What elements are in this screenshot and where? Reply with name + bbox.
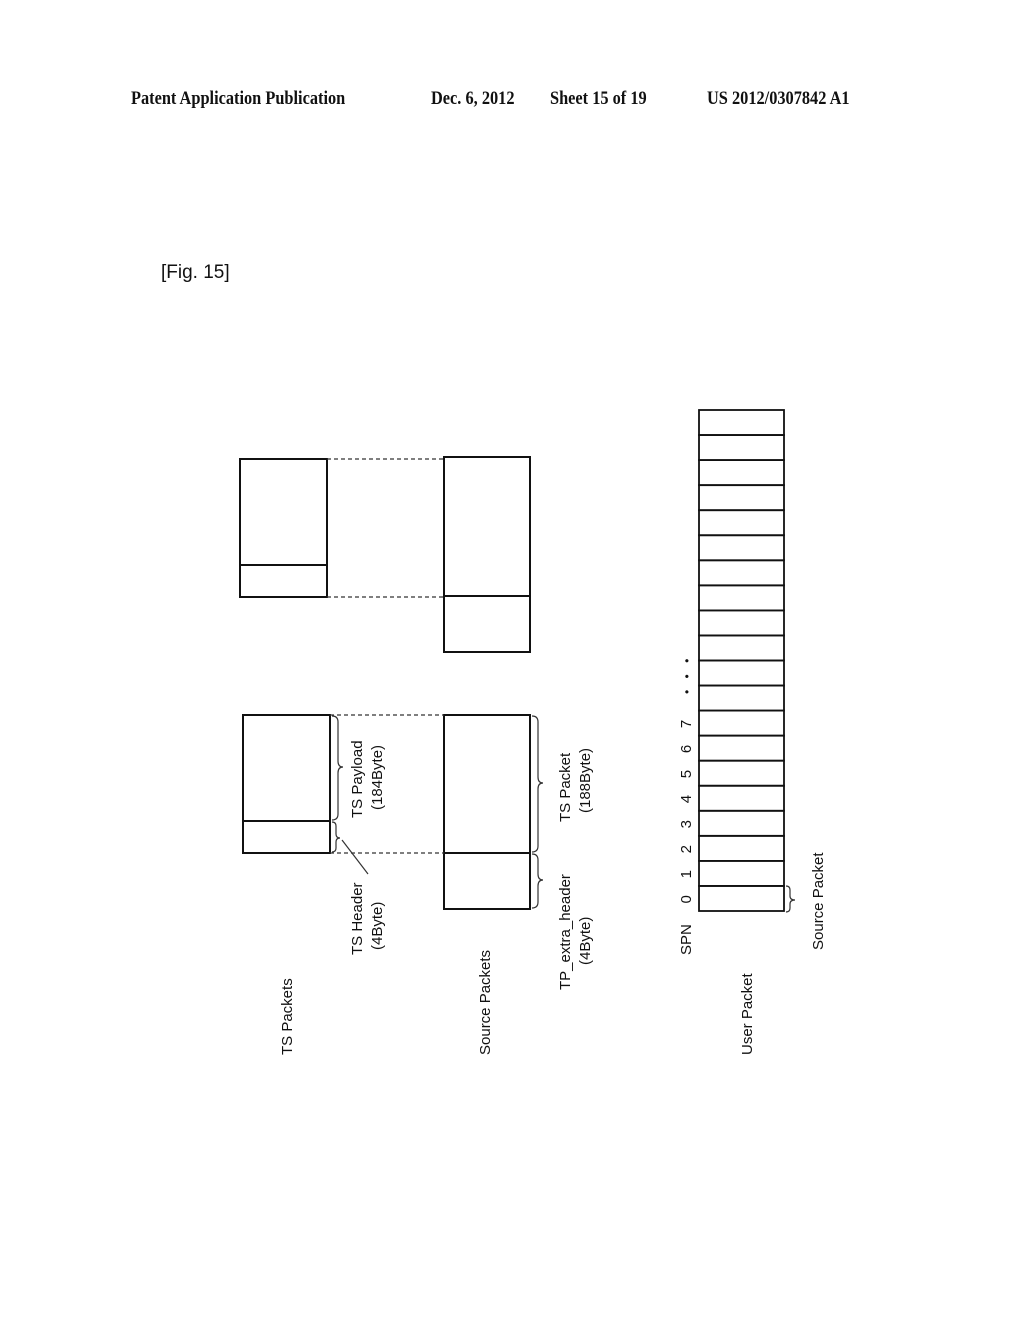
source-packet-label: Source Packet [810,852,827,950]
user-packet-slot [698,484,785,512]
ts-payload-size-label: (184Byte) [369,745,386,810]
ts-header-size-label: (4Byte) [369,902,386,950]
spn-number: 5 [678,770,695,778]
ts-header-label: TS Header [349,882,366,955]
spn-number: 0 [678,895,695,903]
user-packet-slot [698,534,785,562]
user-packet-label: User Packet [739,972,756,1055]
spn-number: 2 [678,845,695,853]
user-packet-slot [698,709,785,737]
ts-packet-lower [242,714,331,854]
spn-number: 7 [678,720,695,728]
user-packet-slot [698,860,785,887]
user-packet-slot [698,609,785,637]
user-packet-slot [698,885,785,912]
ts-packet-brace [531,715,544,853]
ts-packet-upper-box [239,458,328,598]
ts-payload-brace [331,715,344,821]
source-packet-upper-box [443,456,531,653]
source-packet-lower-box [443,714,531,910]
user-packet-slot [698,659,785,687]
spn-number: 3 [678,820,695,828]
tp-extra-header-size-label: (4Byte) [577,917,594,965]
ts-packet-size-label: (188Byte) [577,748,594,813]
user-packet-slot [698,509,785,537]
tp-extra-header-label: TP_extra_header [557,874,574,990]
spn-number: 6 [678,745,695,753]
ts-packet-label: TS Packet [557,752,574,822]
spn-label: SPN [678,924,695,955]
user-packet-slot [698,809,785,837]
tp-extra-header-brace [531,853,544,909]
user-packet-slot [698,759,785,787]
user-packet-slot [698,734,785,762]
user-packet-slot [698,459,785,487]
user-packet-stack [698,409,785,912]
user-packet-slot [698,784,785,812]
ts-packet-lower-box [242,714,331,854]
user-packet-slot [698,409,785,436]
ts-header-leader-line [341,839,369,875]
source-packets-label: Source Packets [477,950,494,1055]
source-packet-upper [443,456,531,653]
user-packet-slot [698,584,785,612]
spn-number: 4 [678,795,695,803]
source-packet-lower [443,714,531,910]
ellipsis-dots: • • • [680,655,694,694]
user-packet-slot [698,559,785,587]
ts-packets-label: TS Packets [279,978,296,1055]
user-packet-slot [698,434,785,461]
diagram: TS Packets Source Packets User Packet TS… [239,409,827,1055]
ts-payload-label: TS Payload [349,740,366,818]
spn-numbers: 0 1 2 3 4 5 6 7 [678,720,695,904]
ts-packet-upper [239,458,328,598]
user-packet-slot [698,634,785,662]
ts-header-brace [331,821,341,853]
lower-dashed-connectors [330,714,444,854]
spn-number: 1 [678,870,695,878]
source-packet-brace [785,885,796,913]
upper-dashed-connectors [327,458,444,598]
user-packet-slot [698,684,785,712]
user-packet-slot [698,834,785,862]
